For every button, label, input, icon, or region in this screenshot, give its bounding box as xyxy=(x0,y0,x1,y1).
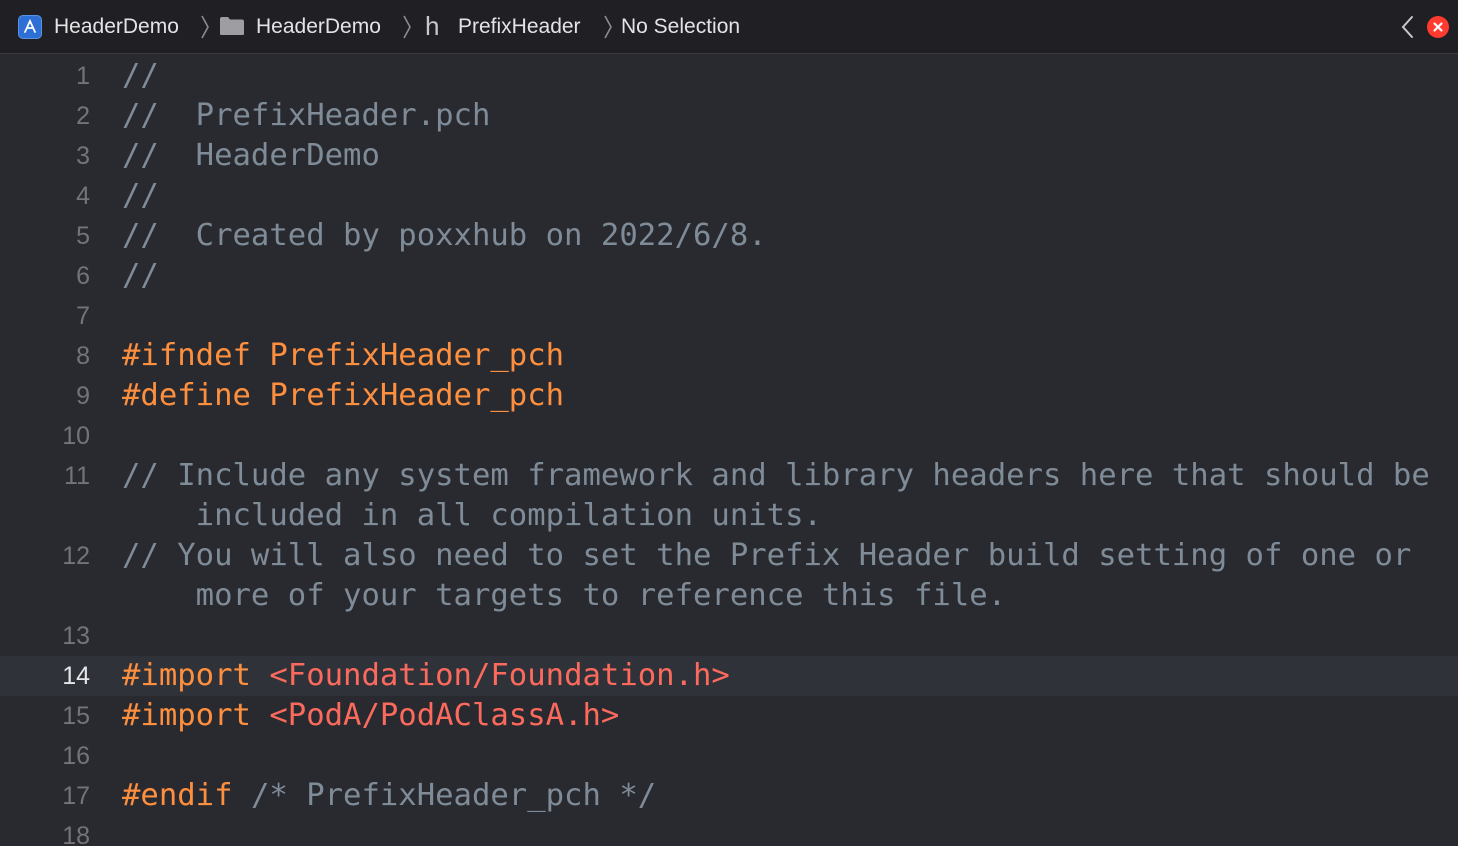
chevron-left-icon[interactable] xyxy=(1398,14,1418,40)
line-number: 3 xyxy=(76,142,90,170)
code-line[interactable]: 11 // Include any system framework and li… xyxy=(0,456,1458,496)
code-token-comment: // You will also need to set the Prefix … xyxy=(122,538,1412,573)
code-token-comment: /* PrefixHeader_pch */ xyxy=(250,778,657,813)
code-text: // You will also need to set the Prefix … xyxy=(122,536,1411,576)
code-token-pre: #define PrefixHeader_pch xyxy=(122,378,565,413)
line-number: 11 xyxy=(64,462,90,490)
code-line[interactable]: 15 #import <PodA/PodAClassA.h> xyxy=(0,696,1458,736)
code-line[interactable]: 16 xyxy=(0,736,1458,776)
breadcrumb-file[interactable]: PrefixHeader xyxy=(458,0,581,53)
code-token-comment: more of your targets to reference this f… xyxy=(122,578,1007,613)
code-line[interactable]: 5 // Created by poxxhub on 2022/6/8. xyxy=(0,216,1458,256)
line-number: 17 xyxy=(62,782,90,810)
code-text: #import <PodA/PodAClassA.h> xyxy=(122,696,619,736)
code-line[interactable]: 4 // xyxy=(0,176,1458,216)
xcode-app-icon[interactable] xyxy=(18,15,42,39)
code-token-pre: #import xyxy=(122,698,270,733)
code-token-comment: // xyxy=(122,178,159,213)
breadcrumb-separator-icon xyxy=(604,15,612,39)
line-number: 2 xyxy=(76,102,90,130)
code-text: // Created by poxxhub on 2022/6/8. xyxy=(122,216,767,256)
breadcrumb-separator-icon xyxy=(201,15,209,39)
code-line[interactable]: 8 #ifndef PrefixHeader_pch xyxy=(0,336,1458,376)
error-icon[interactable] xyxy=(1427,16,1449,38)
line-number: 7 xyxy=(76,302,90,330)
code-editor[interactable]: 1 // 2 // PrefixHeader.pch 3 // HeaderDemo 4 //… xyxy=(0,54,1458,846)
line-number: 8 xyxy=(76,342,90,370)
code-text: // Include any system framework and libr… xyxy=(122,456,1430,496)
breadcrumb-project[interactable]: HeaderDemo xyxy=(54,0,179,53)
code-token-comment: // xyxy=(122,258,159,293)
breadcrumb-symbol[interactable]: No Selection xyxy=(621,0,740,53)
code-token-str: <Foundation/Foundation.h> xyxy=(269,658,730,693)
code-line-current[interactable]: 14 #import <Foundation/Foundation.h> xyxy=(0,656,1458,696)
code-text: // xyxy=(122,176,159,216)
code-token-comment: // Created by poxxhub on 2022/6/8. xyxy=(122,218,767,253)
code-token-comment: // PrefixHeader.pch xyxy=(122,98,491,133)
code-text: #import <Foundation/Foundation.h> xyxy=(122,656,730,696)
code-token-pre: #ifndef PrefixHeader_pch xyxy=(122,338,565,373)
code-text: // xyxy=(122,56,159,96)
code-line[interactable]: 2 // PrefixHeader.pch xyxy=(0,96,1458,136)
code-text: // xyxy=(122,256,159,296)
code-text: more of your targets to reference this f… xyxy=(122,576,1006,616)
line-number: 16 xyxy=(62,742,90,770)
code-token-comment: included in all compilation units. xyxy=(122,498,822,533)
line-number: 5 xyxy=(76,222,90,250)
code-line[interactable]: 18 xyxy=(0,816,1458,846)
code-line[interactable]: 6 // xyxy=(0,256,1458,296)
breadcrumb-group[interactable]: HeaderDemo xyxy=(256,0,381,53)
code-line[interactable]: 1 // xyxy=(0,56,1458,96)
code-token-comment: // xyxy=(122,58,159,93)
code-line[interactable]: 17 #endif /* PrefixHeader_pch */ xyxy=(0,776,1458,816)
line-number: 1 xyxy=(76,62,90,90)
code-line[interactable]: 13 xyxy=(0,616,1458,656)
line-number: 18 xyxy=(62,822,90,846)
code-text: // HeaderDemo xyxy=(122,136,380,176)
code-text: #define PrefixHeader_pch xyxy=(122,376,564,416)
code-text: #ifndef PrefixHeader_pch xyxy=(122,336,564,376)
code-token-pre: #import xyxy=(122,658,270,693)
code-line[interactable]: 3 // HeaderDemo xyxy=(0,136,1458,176)
line-number: 13 xyxy=(62,622,90,650)
code-line-wrap[interactable]: more of your targets to reference this f… xyxy=(0,576,1458,616)
line-number: 10 xyxy=(62,422,90,450)
code-text: included in all compilation units. xyxy=(122,496,822,536)
code-token-comment: // Include any system framework and libr… xyxy=(122,458,1430,493)
code-token-str: <PodA/PodAClassA.h> xyxy=(269,698,620,733)
line-number: 9 xyxy=(76,382,90,410)
code-line[interactable]: 10 xyxy=(0,416,1458,456)
breadcrumb-separator-icon xyxy=(403,15,411,39)
code-line[interactable]: 9 #define PrefixHeader_pch xyxy=(0,376,1458,416)
code-text: #endif /* PrefixHeader_pch */ xyxy=(122,776,656,816)
line-number: 6 xyxy=(76,262,90,290)
line-number: 15 xyxy=(62,702,90,730)
jump-bar: HeaderDemo HeaderDemo h PrefixHeader No … xyxy=(0,0,1458,54)
code-line-wrap[interactable]: included in all compilation units. xyxy=(0,496,1458,536)
line-number: 14 xyxy=(62,662,90,690)
code-line[interactable]: 7 xyxy=(0,296,1458,336)
xcode-source-editor-window: HeaderDemo HeaderDemo h PrefixHeader No … xyxy=(0,0,1458,846)
code-token-comment: // HeaderDemo xyxy=(122,138,380,173)
folder-icon xyxy=(220,17,244,35)
line-number xyxy=(0,576,90,616)
line-number xyxy=(0,496,90,536)
code-line[interactable]: 12 // You will also need to set the Prefi… xyxy=(0,536,1458,576)
code-token-pre: #endif xyxy=(122,778,251,813)
line-number: 4 xyxy=(76,182,90,210)
line-number: 12 xyxy=(62,542,90,570)
code-text: // PrefixHeader.pch xyxy=(122,96,490,136)
header-file-icon: h xyxy=(425,11,440,41)
